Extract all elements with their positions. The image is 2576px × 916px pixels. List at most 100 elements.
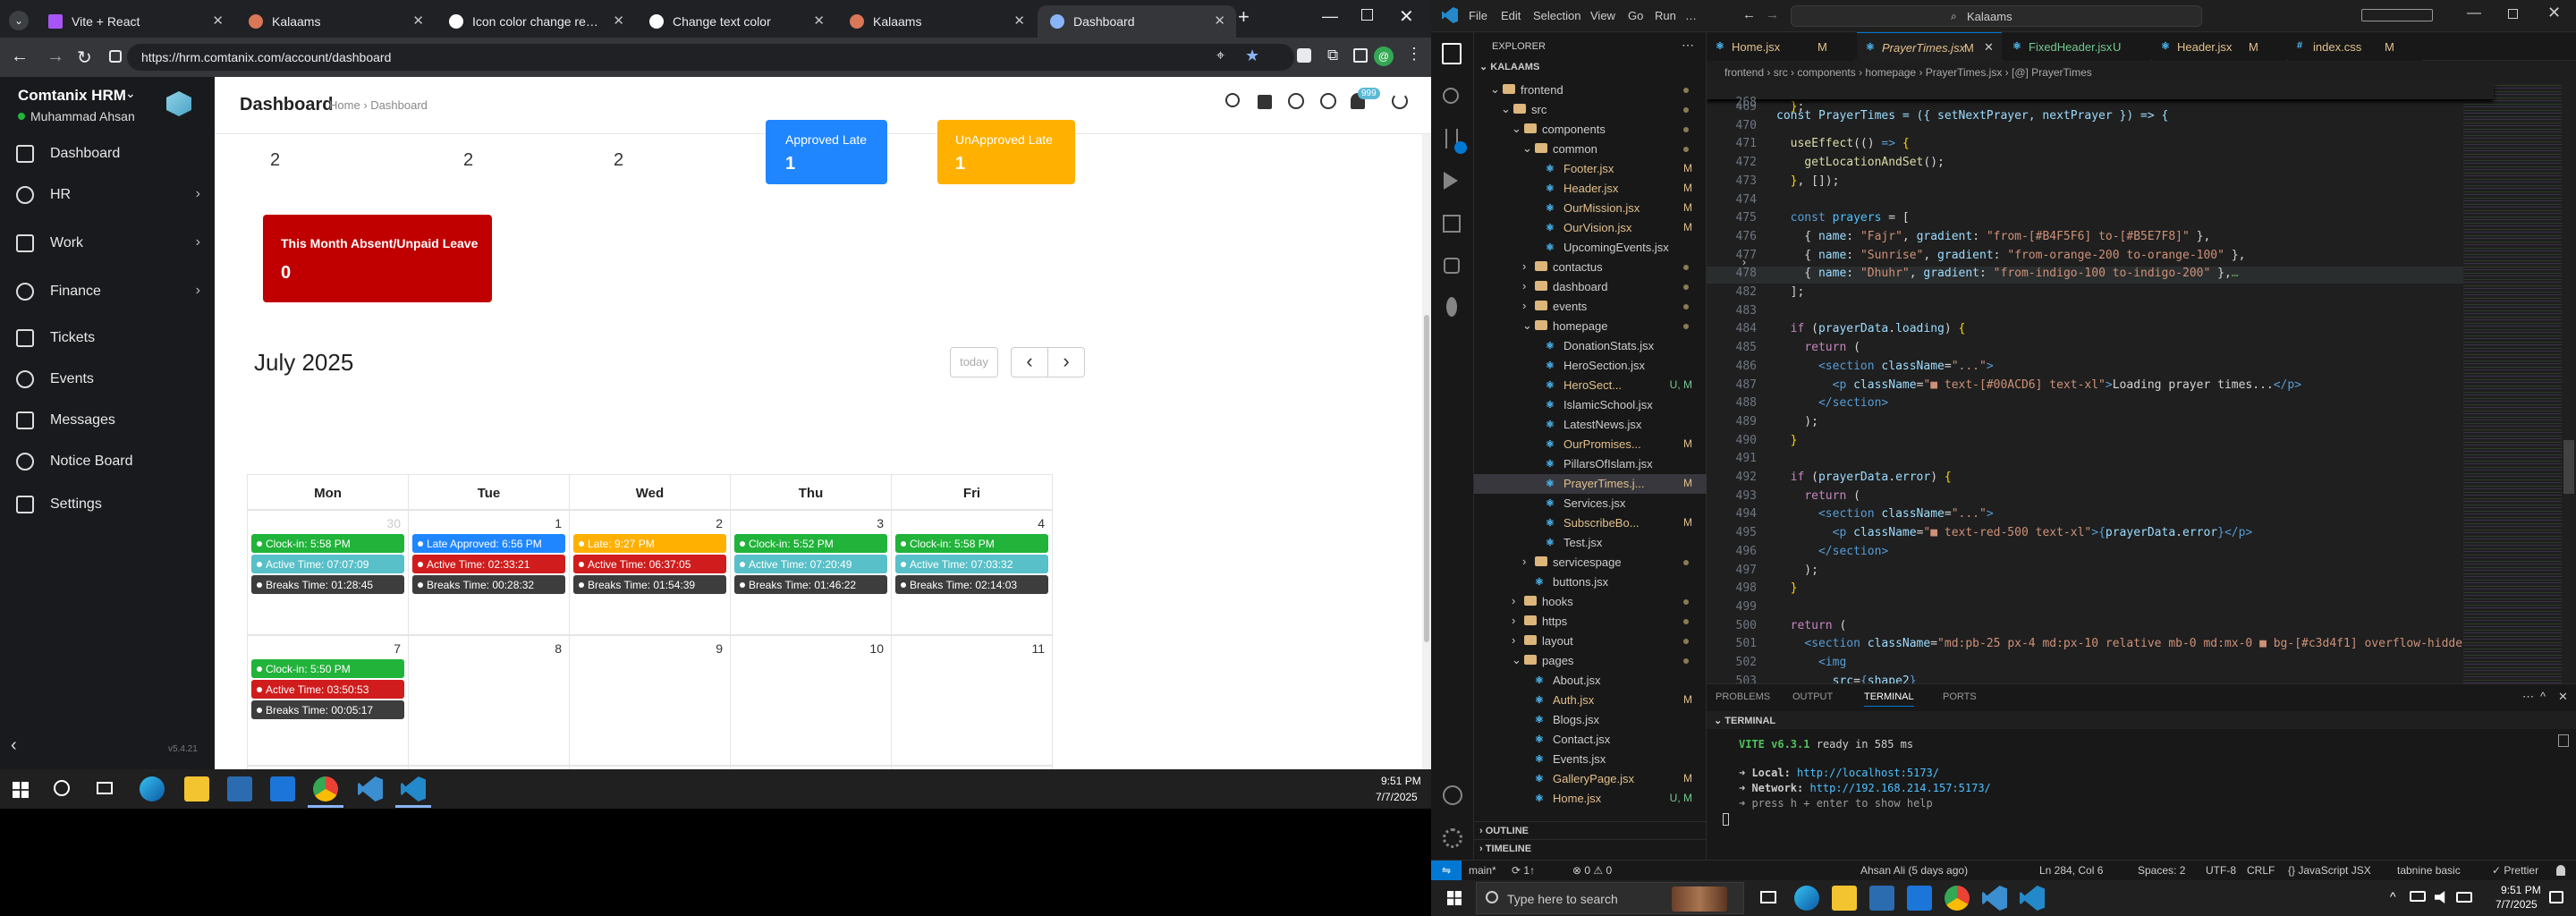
panel-maximize-icon[interactable]: ^ [2540,690,2546,703]
minimap[interactable] [2463,82,2562,683]
tree-file[interactable]: ⚛ Blogs.jsx [1474,710,1707,730]
tree-file[interactable]: ⚛ IslamicSchool.jsx [1474,395,1707,415]
editor[interactable]: 268 const PrayerTimes = ({ setNextPrayer… [1707,82,2576,683]
notes-icon[interactable] [1258,95,1272,109]
puzzle-icon[interactable]: ⧉ [1327,47,1338,64]
tree-file[interactable]: ⚛ Contact.jsx [1474,730,1707,750]
chrome-icon[interactable] [1945,886,1970,911]
extensions-icon[interactable] [1443,215,1461,233]
outline-section[interactable]: › OUTLINE [1474,821,1707,839]
vscode-icon[interactable] [401,776,426,802]
menu-file[interactable]: File [1469,9,1487,22]
brand-name[interactable]: Comtanix HRM [18,87,126,105]
new-tab-button[interactable]: + [1238,5,1250,29]
menu-run[interactable]: Run [1655,9,1676,22]
encoding[interactable]: UTF-8 [2206,864,2236,877]
calendar-event[interactable]: Late Approved: 6:56 PM [412,534,565,553]
panel-tab-terminal[interactable]: TERMINAL [1864,691,1914,707]
menu-view[interactable]: View [1590,9,1615,22]
volume-icon[interactable] [2435,891,2445,903]
tree-folder[interactable]: ⌄ homepage [1474,317,1707,336]
git-blame[interactable]: Ahsan Ali (5 days ago) [1860,864,1968,877]
code-line[interactable]: 482 ]; [1707,285,2494,302]
clock-time[interactable]: 9:51 PM [2501,884,2541,896]
tree-folder[interactable]: › layout [1474,632,1707,651]
tree-file[interactable]: ⚛ OurPromises... M [1474,435,1707,454]
browser-tab[interactable]: Change text color ✕ [637,5,835,38]
close-tab-icon[interactable]: ✕ [412,13,424,29]
tree-file[interactable]: ⚛ Header.jsx M [1474,179,1707,199]
code-line[interactable]: 494 <section className="..."> [1707,507,2494,524]
panel-tab-problems[interactable]: PROBLEMS [1716,691,1770,702]
tree-file[interactable]: ⚛ OurVision.jsx M [1474,218,1707,238]
menu-go[interactable]: Go [1628,9,1643,22]
calendar-day-cell[interactable]: 7 Clock-in: 5:50 PM Active Time: 03:50:53 B… [247,635,409,766]
next-month-button[interactable]: › [1047,347,1085,377]
store-icon[interactable] [227,776,252,802]
tree-file[interactable]: ⚛ SubscribeBo... M [1474,513,1707,533]
tree-folder[interactable]: ⌄ common [1474,140,1707,159]
code-line[interactable]: 476 { name: "Fajr", gradient: "from-[#B4… [1707,230,2494,247]
code-line[interactable]: 491 [1707,452,2494,469]
tree-file[interactable]: ⚛ Auth.jsx M [1474,691,1707,710]
cursor-position[interactable]: Ln 284, Col 6 [2039,864,2103,877]
calendar-day-cell[interactable]: 9 [569,635,731,766]
mail-icon[interactable] [270,776,295,802]
sidebar-item-events[interactable]: Events [0,360,215,399]
calendar-day-cell[interactable]: 1 Late Approved: 6:56 PM Active Time: 02:3… [408,510,570,635]
menu-edit[interactable]: Edit [1501,9,1521,22]
sync-status[interactable]: ⟳ 1↑ [1512,864,1535,877]
location-icon[interactable]: ⌖ [1216,48,1224,64]
tree-file[interactable]: ⚛ HeroSect... U, M [1474,376,1707,395]
line-ending[interactable]: CRLF [2247,864,2275,877]
calendar-event[interactable]: Clock-in: 5:52 PM [734,534,887,553]
local-url[interactable]: http://localhost:5173/ [1797,767,1939,779]
explorer-icon[interactable] [1442,43,1462,64]
calendar-event[interactable]: Active Time: 06:37:05 [573,555,726,573]
network-url[interactable]: http://192.168.214.157:5173/ [1809,782,1990,794]
file-explorer-icon[interactable] [184,776,209,802]
tree-file[interactable]: ⚛ Services.jsx [1474,494,1707,513]
tree-folder[interactable]: › servicespage [1474,553,1707,572]
tree-folder[interactable]: ⌄ src [1474,100,1707,120]
tree-folder[interactable]: › hooks [1474,592,1707,612]
action-center-icon[interactable] [2549,891,2563,903]
clock-icon[interactable] [1288,93,1304,109]
task-view-icon[interactable] [1760,891,1776,903]
profile-avatar[interactable]: @ [1374,47,1394,66]
collapse-sidebar-icon[interactable]: ‹ [11,735,17,756]
code-line[interactable]: 490 } [1707,434,2494,451]
bookmark-star-icon[interactable]: ★ [1245,47,1259,65]
store-icon[interactable] [1869,886,1894,911]
sidebar-item-work[interactable]: Work › [0,224,215,263]
tree-file[interactable]: ⚛ UpcomingEvents.jsx [1474,238,1707,258]
reload-icon[interactable]: ↻ [77,47,92,69]
code-line[interactable]: 489 ); [1707,415,2494,432]
calendar-day-cell[interactable]: 2 Late: 9:27 PM Active Time: 06:37:05 Break… [569,510,731,635]
back-icon[interactable]: ← [11,47,29,67]
network-icon[interactable] [2410,891,2426,902]
calendar-event[interactable]: Active Time: 07:03:32 [895,555,1048,573]
site-info-icon[interactable] [109,50,122,63]
menu-selection[interactable]: Selection [1533,9,1580,22]
panel-more-icon[interactable]: ⋯ [2522,690,2534,704]
calendar-day-cell[interactable]: 4 Clock-in: 5:58 PM Active Time: 07:03:32 B… [891,510,1053,635]
browser-tab[interactable]: Kalaams ✕ [236,5,435,38]
windows-start-icon[interactable] [13,782,29,798]
power-icon[interactable] [1392,93,1408,109]
remote-indicator[interactable]: ⇋ [1431,861,1462,880]
tree-folder[interactable]: ⌄ pages [1474,651,1707,671]
chrome-menu-icon[interactable]: ⋮ [1406,45,1422,64]
task-view-icon[interactable] [97,782,113,794]
calendar-day-cell[interactable]: 8 [408,635,570,766]
problems-count[interactable]: ⊗ 0 ⚠ 0 [1572,864,1612,877]
code-line[interactable]: 478 { name: "Dhuhr", gradient: "from-ind… [1707,267,2494,284]
code-line[interactable]: 495 <p className="■ text-red-500 text-xl… [1707,526,2494,543]
tree-file[interactable]: ⚛ LatestNews.jsx [1474,415,1707,435]
code-line[interactable]: 497 ); [1707,564,2494,581]
windows-start-icon[interactable] [1447,891,1462,905]
restore-button[interactable] [1361,9,1373,21]
sidebar-item-finance[interactable]: Finance › [0,272,215,311]
vscode-blue-icon[interactable] [358,776,383,802]
close-tab-icon[interactable]: ✕ [212,13,224,29]
